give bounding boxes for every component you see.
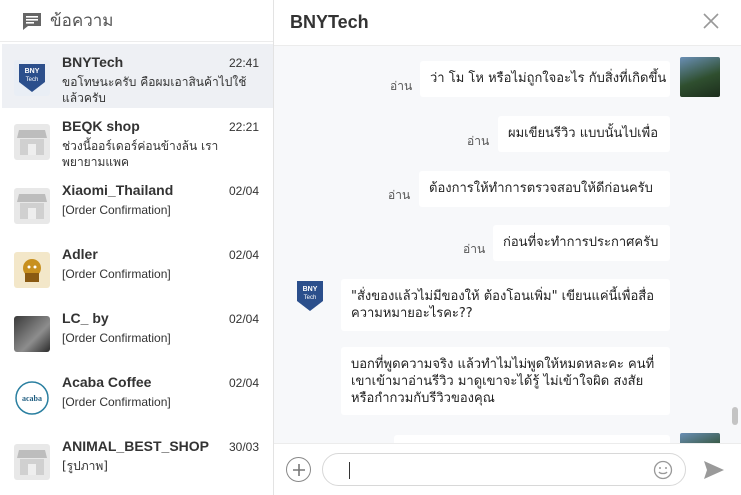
read-receipt: อ่าน	[388, 188, 411, 202]
conversation-name: BEQK shop	[62, 118, 140, 134]
shop-avatar-icon	[14, 188, 50, 224]
shop-avatar-icon	[14, 124, 50, 160]
chat-title: BNYTech	[290, 12, 369, 32]
message-bubble-incoming: "สั่งของแล้วไม่มีของให้ ต้องโอนเพิ่ม" เข…	[341, 279, 670, 331]
conversation-preview: [Order Confirmation]	[62, 331, 171, 345]
conversation-name: Adler	[62, 246, 98, 262]
message-scrollbar[interactable]	[729, 47, 741, 443]
conversation-name: ANIMAL_BEST_SHOP	[62, 438, 210, 454]
message-bubble-incoming: บอกที่พูดความจริง แล้วทำไมไม่พูดให้หมดหล…	[341, 347, 670, 415]
shop-avatar: BNY Tech	[294, 279, 326, 313]
emoji-icon[interactable]	[653, 460, 673, 480]
send-icon[interactable]	[703, 460, 725, 480]
close-icon[interactable]	[701, 11, 721, 31]
message-bubble-outgoing: ต้องการให้ทำการตรวจสอบให้ดีก่อนครับ	[419, 171, 670, 207]
svg-text:BNY: BNY	[25, 68, 40, 75]
add-attachment-button[interactable]	[286, 457, 311, 482]
chat-header: BNYTech	[274, 0, 741, 46]
conversation-item-acaba-coffee[interactable]: acaba Acaba Coffee 02/04 [Order Confirma…	[2, 364, 273, 428]
acaba-avatar: acaba	[14, 380, 50, 416]
my-avatar	[680, 433, 720, 443]
bnytech-avatar: BNY Tech	[14, 60, 50, 96]
conversation-list: BNY Tech BNYTech 22:41 ขอโทษนะครับ คือผมเ…	[2, 44, 273, 495]
conversation-time: 02/04	[228, 376, 259, 390]
svg-text:acaba: acaba	[22, 394, 42, 403]
conversation-sidebar: ข้อความ BNY Tech BNYTech 22:41 ขอโทษนะครั…	[0, 0, 274, 495]
conversation-item-bnytech[interactable]: BNY Tech BNYTech 22:41 ขอโทษนะครับ คือผมเ…	[2, 44, 273, 108]
message-bubble-outgoing: ว่า โม โห หรือไม่ถูกใจอะไร กับสิ่งที่เกิ…	[420, 61, 670, 97]
conversation-time: 02/04	[228, 248, 259, 262]
svg-text:Tech: Tech	[304, 295, 317, 301]
message-composer	[274, 443, 741, 495]
conversation-name: Xiaomi_Thailand	[62, 182, 174, 198]
conversation-item-adler[interactable]: Adler 02/04 [Order Confirmation]	[2, 236, 273, 300]
conversation-item-animal-best-shop[interactable]: ANIMAL_BEST_SHOP 30/03 [รูปภาพ]	[2, 428, 273, 492]
conversation-preview: ช่วงนี้ออร์เดอร์ค่อนข้างล้น เราพยายามแพค	[62, 139, 219, 169]
conversation-preview: [Order Confirmation]	[62, 203, 171, 217]
sidebar-header: ข้อความ	[0, 0, 273, 42]
conversation-preview: [Order Confirmation]	[62, 267, 171, 281]
conversation-time: 30/03	[228, 440, 259, 454]
scrollbar-thumb[interactable]	[732, 407, 738, 425]
conversation-name: Acaba Coffee	[62, 374, 152, 390]
conversation-item-lc-by[interactable]: LC_ by 02/04 [Order Confirmation]	[2, 300, 273, 364]
chat-pane: BNY Tech อ่าน ว่า โม โห หรือไม่ถูกใจอะไร …	[274, 0, 741, 495]
message-bubble-outgoing: ก่อนที่จะทำการประกาศครับ	[493, 225, 670, 261]
message-list: อ่าน ว่า โม โห หรือไม่ถูกใจอะไร กับสิ่งท…	[274, 47, 729, 443]
message-bubble-partial	[394, 435, 670, 443]
text-caret	[349, 462, 350, 479]
read-receipt: อ่าน	[467, 134, 490, 148]
conversation-name: LC_ by	[62, 310, 109, 326]
shop-avatar-icon	[14, 444, 50, 480]
message-input[interactable]	[322, 453, 686, 486]
read-receipt: อ่าน	[463, 242, 486, 256]
conversation-time: 02/04	[228, 184, 259, 198]
sidebar-title: ข้อความ	[50, 11, 114, 31]
svg-text:BNY: BNY	[303, 286, 318, 293]
adler-avatar	[14, 252, 50, 288]
photo-avatar	[14, 316, 50, 352]
conversation-item-xiaomi-thailand[interactable]: Xiaomi_Thailand 02/04 [Order Confirmatio…	[2, 172, 273, 236]
read-receipt: อ่าน	[390, 79, 413, 93]
conversation-time: 22:21	[228, 120, 259, 134]
conversation-preview: [Order Confirmation]	[62, 395, 171, 409]
chat-bubble-icon	[23, 12, 41, 30]
conversation-time: 02/04	[228, 312, 259, 326]
svg-text:Tech: Tech	[26, 77, 39, 83]
conversation-preview: ขอโทษนะครับ คือผมเอาสินค้าไปใช้แล้วครับ	[62, 75, 247, 105]
my-avatar	[680, 57, 720, 97]
conversation-item-beqk-shop[interactable]: BEQK shop 22:21 ช่วงนี้ออร์เดอร์ค่อนข้าง…	[2, 108, 273, 172]
conversation-preview: [รูปภาพ]	[62, 459, 108, 473]
conversation-time: 22:41	[228, 56, 259, 70]
plus-icon	[292, 463, 305, 476]
conversation-name: BNYTech	[62, 54, 124, 70]
message-bubble-outgoing: ผมเขียนรีวิว แบบนั้นไปเพื่อ	[498, 116, 670, 152]
